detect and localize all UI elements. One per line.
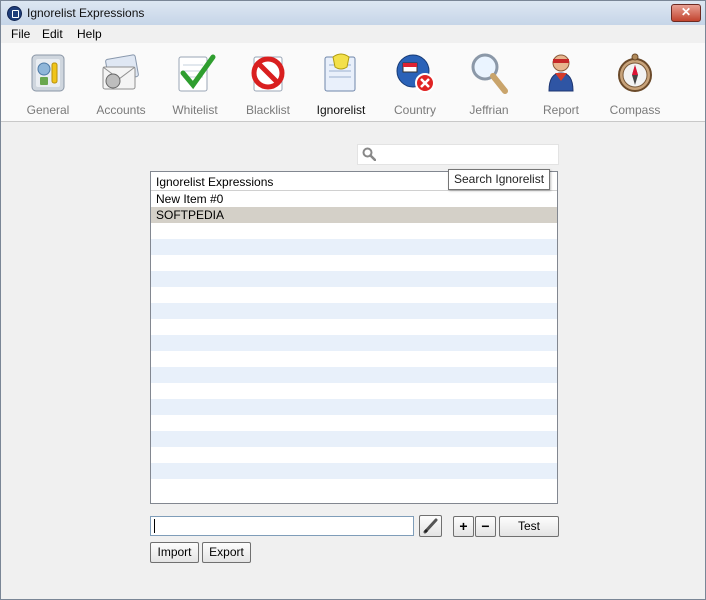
- toolbar-label: Report: [542, 103, 580, 117]
- compass-icon: [618, 53, 652, 92]
- toolbar-label: Ignorelist: [316, 103, 366, 117]
- list-item-label: New Item #0: [156, 192, 224, 206]
- toolbar-blacklist[interactable]: Blacklist: [233, 47, 303, 119]
- pencil-icon: [423, 518, 438, 534]
- toolbar-whitelist[interactable]: Whitelist: [160, 47, 230, 119]
- empty-row[interactable]: [151, 367, 557, 383]
- empty-row[interactable]: [151, 271, 557, 287]
- text-caret: [154, 519, 155, 533]
- toolbar-label: Jeffrian: [469, 103, 509, 117]
- toolbar-label: General: [26, 103, 70, 117]
- test-button[interactable]: Test: [499, 516, 559, 537]
- empty-row[interactable]: [151, 255, 557, 271]
- empty-row[interactable]: [151, 399, 557, 415]
- expression-input[interactable]: [150, 516, 414, 536]
- import-button[interactable]: Import: [150, 542, 199, 563]
- toolbar-label: Whitelist: [172, 103, 218, 117]
- empty-row[interactable]: [151, 351, 557, 367]
- list-header-label: Ignorelist Expressions: [156, 175, 274, 189]
- empty-row[interactable]: [151, 239, 557, 255]
- toolbar-jeffrian[interactable]: Jeffrian: [454, 47, 524, 119]
- empty-row[interactable]: [151, 303, 557, 319]
- empty-row[interactable]: [151, 287, 557, 303]
- search-input[interactable]: [357, 144, 559, 165]
- accounts-icon: [102, 54, 139, 90]
- empty-row[interactable]: [151, 479, 557, 495]
- list-item-label: SOFTPEDIA: [156, 208, 225, 222]
- empty-row[interactable]: [151, 431, 557, 447]
- empty-row[interactable]: [151, 223, 557, 239]
- title-bar: Ignorelist Expressions ✕: [1, 1, 705, 26]
- country-icon: [396, 54, 435, 93]
- app-icon: [7, 6, 22, 21]
- menu-bar: File Edit Help: [1, 25, 705, 43]
- jeffrian-icon: [471, 53, 508, 94]
- add-button[interactable]: +: [453, 516, 474, 537]
- toolbar-ignorelist[interactable]: Ignorelist: [306, 47, 376, 119]
- close-button[interactable]: ✕: [671, 4, 701, 22]
- search-icon: [362, 147, 376, 161]
- app-window: Ignorelist Expressions ✕ File Edit Help …: [0, 0, 706, 600]
- toolbar-label: Compass: [609, 103, 661, 117]
- search-tooltip: Search Ignorelist: [448, 169, 551, 190]
- edit-button[interactable]: [419, 515, 442, 537]
- toolbar-label: Country: [393, 103, 437, 117]
- empty-row[interactable]: [151, 447, 557, 463]
- blacklist-icon: [251, 56, 285, 92]
- general-icon: [31, 54, 65, 92]
- toolbar-general[interactable]: General: [13, 47, 83, 119]
- empty-row[interactable]: [151, 415, 557, 431]
- list-item[interactable]: New Item #0: [151, 191, 557, 207]
- list-item[interactable]: SOFTPEDIA: [151, 207, 557, 223]
- ignorelist-icon: [324, 53, 356, 92]
- menu-edit[interactable]: Edit: [42, 27, 63, 41]
- empty-row[interactable]: [151, 383, 557, 399]
- menu-help[interactable]: Help: [77, 27, 102, 41]
- toolbar-label: Accounts: [96, 103, 146, 117]
- toolbar: General Accounts Whitelist Blacklist Ign…: [1, 43, 705, 122]
- menu-file[interactable]: File: [11, 27, 30, 41]
- empty-row[interactable]: [151, 463, 557, 479]
- toolbar-report[interactable]: Report: [526, 47, 596, 119]
- window-title: Ignorelist Expressions: [27, 6, 145, 20]
- toolbar-accounts[interactable]: Accounts: [86, 47, 156, 119]
- empty-row[interactable]: [151, 335, 557, 351]
- remove-button[interactable]: −: [475, 516, 496, 537]
- toolbar-country[interactable]: Country: [380, 47, 450, 119]
- empty-row[interactable]: [151, 319, 557, 335]
- toolbar-compass[interactable]: Compass: [600, 47, 670, 119]
- report-icon: [548, 54, 574, 92]
- toolbar-label: Blacklist: [245, 103, 290, 117]
- ignorelist-table[interactable]: Ignorelist Expressions New Item #0 SOFTPE…: [150, 171, 558, 504]
- export-button[interactable]: Export: [202, 542, 251, 563]
- whitelist-icon: [178, 54, 216, 92]
